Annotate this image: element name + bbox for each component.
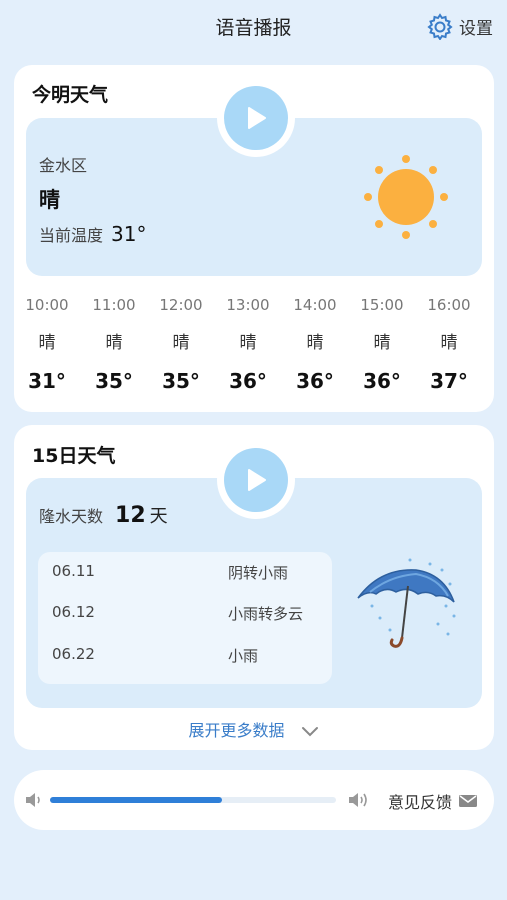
hour-time: 10:00 [25, 296, 69, 314]
fifteen-day-play-button[interactable] [217, 441, 295, 519]
hour-temp: 36° [229, 369, 267, 393]
top-bar: 语音播报 设置 [0, 0, 507, 54]
hour-temp: 36° [296, 369, 334, 393]
rain-days-value: 12 [115, 503, 146, 528]
hourly-item: 14:00 晴 36° [283, 294, 347, 394]
rain-days-row: 隆水天数 12 天 [39, 502, 168, 528]
forecast-desc: 小雨转多云 [228, 605, 304, 623]
volume-up-icon[interactable] [347, 791, 369, 809]
hour-time: 16:00 [427, 296, 471, 314]
forecast-date: 06.22 [52, 645, 95, 663]
rain-days-label: 隆水天数 [39, 507, 104, 526]
forecast-date: 06.11 [52, 562, 95, 580]
current-condition: 晴 [39, 188, 60, 212]
hourly-item: 11:00 晴 35° [82, 294, 146, 394]
hour-time: 12:00 [159, 296, 203, 314]
chevron-down-icon [301, 726, 318, 736]
hour-weather: 晴 [105, 333, 123, 353]
hour-temp: 35° [162, 369, 200, 393]
forecast-list: 06.11 阴转小雨 06.12 小雨转多云 06.22 小雨 [38, 552, 332, 684]
feedback-label: 意见反馈 [388, 793, 453, 812]
hourly-item: 13:00 晴 36° [216, 294, 280, 394]
hourly-item: 15:00 晴 36° [350, 294, 414, 394]
hour-time: 15:00 [360, 296, 404, 314]
progress-fill [50, 797, 222, 803]
hourly-item: 10:00 晴 31° [15, 294, 79, 394]
play-icon [248, 469, 266, 491]
today-weather-card: 今明天气 金水区 晴 当前温度 31° 10:00 晴 31° 11:00 晴 … [14, 65, 494, 412]
hour-weather: 晴 [172, 333, 190, 353]
hour-temp: 35° [95, 369, 133, 393]
gear-icon [427, 13, 453, 40]
umbrella-icon [357, 558, 456, 648]
progress-slider[interactable] [50, 797, 336, 803]
forecast-desc: 小雨 [228, 647, 259, 665]
current-temp-row: 当前温度 31° [39, 222, 146, 246]
fifteen-day-title: 15日天气 [32, 445, 116, 467]
list-item: 06.12 小雨转多云 [38, 603, 332, 625]
settings-button[interactable]: 设置 [426, 11, 493, 41]
rain-days-unit: 天 [149, 506, 168, 527]
hour-weather: 晴 [373, 333, 391, 353]
hour-time: 14:00 [293, 296, 337, 314]
forecast-date: 06.12 [52, 603, 95, 621]
district-name: 金水区 [39, 156, 88, 175]
hour-time: 13:00 [226, 296, 270, 314]
volume-down-icon[interactable] [24, 791, 44, 809]
hour-weather: 晴 [38, 333, 56, 353]
expand-more-label: 展开更多数据 [188, 721, 285, 740]
today-card-title: 今明天气 [32, 84, 109, 106]
list-item: 06.11 阴转小雨 [38, 562, 332, 584]
current-temp-label: 当前温度 [39, 226, 104, 245]
current-temp-value: 31° [111, 222, 147, 246]
expand-more-button[interactable]: 展开更多数据 [14, 717, 494, 741]
hour-temp: 37° [430, 369, 468, 393]
mail-icon [459, 795, 478, 807]
hour-time: 11:00 [92, 296, 136, 314]
hour-temp: 31° [28, 369, 66, 393]
feedback-button[interactable]: 意见反馈 [388, 789, 478, 813]
list-item: 06.22 小雨 [38, 645, 332, 667]
hour-weather: 晴 [239, 333, 257, 353]
sun-icon [364, 155, 448, 239]
today-play-button[interactable] [217, 79, 295, 157]
play-icon [248, 107, 266, 129]
hour-weather: 晴 [440, 333, 458, 353]
hourly-item: 16:00 晴 37° [417, 294, 481, 394]
forecast-desc: 阴转小雨 [228, 564, 289, 582]
hour-weather: 晴 [306, 333, 324, 353]
hourly-item: 12:00 晴 35° [149, 294, 213, 394]
settings-label: 设置 [459, 18, 493, 39]
fifteen-day-card: 15日天气 隆水天数 12 天 06.11 阴转小雨 06.12 小雨转多云 0… [14, 425, 494, 750]
audio-player: 意见反馈 [14, 770, 494, 830]
hour-temp: 36° [363, 369, 401, 393]
